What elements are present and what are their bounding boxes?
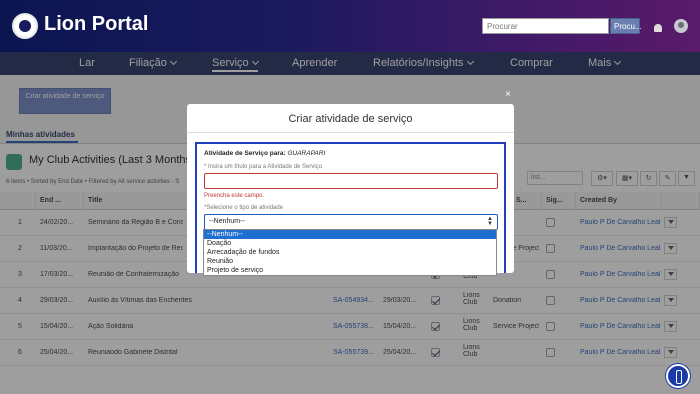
select-arrows-icon: ▲ ▼	[487, 216, 493, 227]
club-name: GUARAPARI	[287, 150, 326, 157]
option-service-project[interactable]: Projeto de serviço	[204, 266, 496, 275]
option-meeting[interactable]: Reunião	[204, 257, 496, 266]
app-title[interactable]: Lion Portal	[44, 13, 148, 36]
option-fundraising[interactable]: Arrecadação de fundos	[204, 248, 496, 257]
type-field-label: *Selecione o tipo de atividade	[204, 205, 284, 211]
search-button[interactable]: Procu...	[610, 18, 642, 34]
activity-title-input[interactable]	[204, 173, 498, 189]
top-header: Lion Portal Procurar Procu...	[0, 0, 700, 52]
lions-logo-icon[interactable]	[12, 13, 38, 39]
activity-type-options: --Nenhum-- Doação Arrecadação de fundos …	[203, 229, 497, 276]
activity-for-label: Atividade de Serviço para: GUARAPARI	[204, 150, 326, 157]
activity-type-select[interactable]: --Nenhum-- ▲ ▼	[204, 214, 498, 230]
accessibility-icon[interactable]	[666, 364, 690, 388]
option-donation[interactable]: Doação	[204, 239, 496, 248]
search-input[interactable]: Procurar	[482, 18, 609, 34]
field-error-text: Preencha este campo.	[204, 193, 265, 199]
close-icon[interactable]: ×	[505, 89, 511, 100]
user-avatar-icon[interactable]	[674, 19, 688, 33]
title-field-label: * Insira um título para a Atividade de S…	[204, 164, 323, 170]
bell-icon[interactable]	[654, 24, 662, 32]
modal-title: Criar atividade de serviço	[187, 104, 514, 133]
option-none[interactable]: --Nenhum--	[204, 230, 496, 239]
